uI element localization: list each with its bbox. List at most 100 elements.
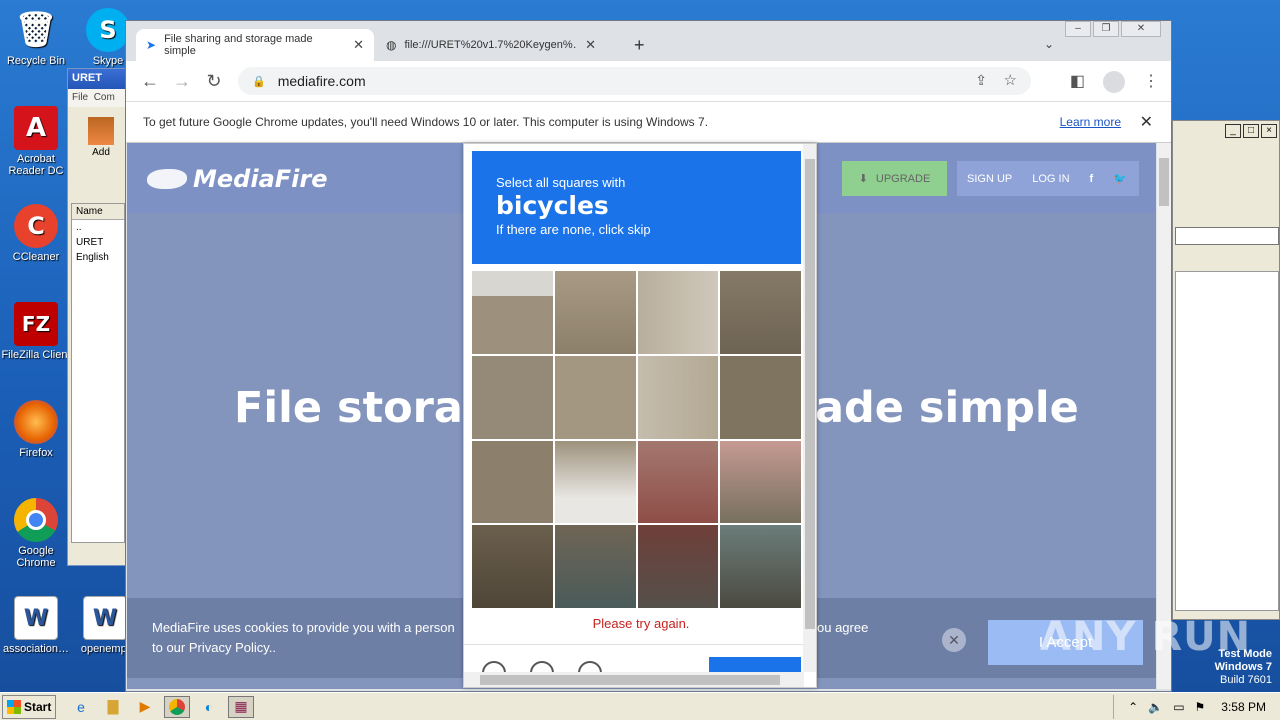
winrar-taskbar-icon[interactable]: ▦: [228, 695, 254, 718]
filezilla-icon: FZ: [14, 302, 58, 346]
cookie-text: ou agree: [817, 620, 869, 635]
acrobat-shortcut[interactable]: A Acrobat Reader DC: [0, 106, 72, 177]
tab-mediafire[interactable]: ➤ File sharing and storage made simple ✕: [136, 29, 374, 61]
captcha-scrollbar[interactable]: [803, 144, 816, 672]
captcha-tile[interactable]: [720, 355, 801, 439]
acrobat-label: Acrobat Reader DC: [8, 153, 64, 177]
winrar-titlebar[interactable]: URET: [68, 69, 126, 89]
captcha-tile[interactable]: [472, 525, 553, 608]
captcha-tile[interactable]: [554, 440, 636, 524]
captcha-challenge: Select all squares with bicycles If ther…: [463, 143, 817, 688]
captcha-tile[interactable]: [720, 525, 801, 608]
minimize-icon[interactable]: _: [1225, 124, 1241, 138]
recycle-bin-shortcut[interactable]: 🗑 Recycle Bin: [0, 8, 72, 67]
captcha-tile[interactable]: [637, 525, 719, 608]
twitter-icon[interactable]: 🐦: [1103, 172, 1137, 185]
browser-toolbar: ← → ↻ 🔒 mediafire.com ⇪ ☆ ◧ ⋮: [126, 61, 1171, 101]
start-button[interactable]: Start: [2, 694, 56, 719]
captcha-tile[interactable]: [554, 525, 636, 608]
back-icon[interactable]: ←: [134, 71, 166, 92]
window-pane: [1175, 271, 1279, 611]
url-text: mediafire.com: [277, 73, 366, 89]
tray-expand-icon[interactable]: ⌃: [1128, 700, 1138, 714]
list-item[interactable]: ..: [72, 220, 124, 235]
firefox-shortcut[interactable]: Firefox: [0, 400, 72, 459]
chrome-taskbar-icon[interactable]: [164, 695, 190, 718]
signup-link[interactable]: SIGN UP: [957, 173, 1022, 185]
edge-icon[interactable]: ◐: [196, 696, 222, 718]
winrar-window[interactable]: URET File Com Add Name .. URET English: [67, 68, 127, 566]
list-item[interactable]: URET: [72, 235, 124, 250]
skype-icon: S: [86, 8, 130, 52]
close-tab-icon[interactable]: ✕: [353, 37, 364, 53]
captcha-tile[interactable]: [472, 440, 553, 524]
background-window[interactable]: _ □ ×: [1172, 120, 1280, 620]
captcha-tile[interactable]: [637, 440, 719, 524]
mediafire-favicon-icon: ➤: [146, 38, 157, 52]
profile-icon[interactable]: [1103, 71, 1125, 93]
minimize-icon[interactable]: –: [1065, 21, 1091, 37]
menu-file[interactable]: File: [72, 92, 88, 103]
lock-icon: 🔒: [252, 75, 266, 88]
explorer-icon[interactable]: ▇: [100, 696, 126, 718]
share-icon[interactable]: ⇪: [975, 72, 987, 89]
volume-icon[interactable]: 🔈: [1148, 700, 1163, 714]
filezilla-shortcut[interactable]: FZ FileZilla Client: [0, 302, 72, 361]
close-icon[interactable]: ✕: [1140, 112, 1153, 132]
tab-search-icon[interactable]: ⌄: [1044, 37, 1054, 51]
captcha-tile[interactable]: [637, 355, 719, 439]
winrar-title: URET: [72, 72, 102, 84]
captcha-tile[interactable]: [637, 271, 719, 354]
close-icon[interactable]: ×: [1261, 124, 1277, 138]
learn-more-link[interactable]: Learn more: [1060, 115, 1121, 129]
facebook-icon[interactable]: f: [1080, 173, 1104, 185]
menu-commands[interactable]: Com: [94, 92, 115, 103]
login-link[interactable]: LOG IN: [1022, 173, 1079, 185]
captcha-tile[interactable]: [472, 271, 553, 354]
page-scrollbar[interactable]: [1157, 143, 1171, 689]
chrome-icon: [14, 498, 58, 542]
upgrade-button[interactable]: ⬇ UPGRADE: [842, 161, 947, 196]
column-name[interactable]: Name: [72, 204, 124, 220]
chrome-shortcut[interactable]: Google Chrome: [0, 498, 72, 569]
add-button[interactable]: Add: [88, 117, 114, 158]
menu-kebab-icon[interactable]: ⋮: [1143, 71, 1159, 93]
ccleaner-shortcut[interactable]: C CCleaner: [0, 204, 72, 263]
flag-icon[interactable]: ⚑: [1195, 700, 1206, 714]
address-bar[interactable]: 🔒 mediafire.com ⇪ ☆: [238, 67, 1031, 95]
close-icon[interactable]: ✕: [942, 628, 966, 652]
list-item[interactable]: English: [72, 250, 124, 265]
word-doc-shortcut[interactable]: W association…: [0, 596, 72, 655]
maximize-icon[interactable]: □: [1243, 124, 1259, 138]
reload-icon[interactable]: ↻: [198, 71, 230, 92]
test-mode-watermark: Test Mode Windows 7 Build 7601: [1215, 648, 1272, 687]
restore-icon[interactable]: ❐: [1093, 21, 1119, 37]
network-icon[interactable]: ▭: [1173, 700, 1184, 714]
ie-icon[interactable]: e: [68, 696, 94, 718]
new-tab-button[interactable]: +: [624, 29, 655, 61]
captcha-tile[interactable]: [720, 271, 801, 354]
bookmark-star-icon[interactable]: ☆: [1004, 71, 1017, 89]
openemp-shortcut[interactable]: W openempl: [80, 596, 130, 655]
forward-icon[interactable]: →: [166, 71, 198, 92]
tab-file[interactable]: ◍ file:///URET%20v1.7%20Keygen%… ✕: [376, 29, 606, 61]
scrollbar-thumb[interactable]: [805, 159, 815, 629]
combo-box[interactable]: [1175, 227, 1279, 245]
mediafire-logo[interactable]: MediaFire: [147, 165, 328, 193]
clock[interactable]: 3:58 PM: [1221, 700, 1266, 714]
captcha-tile[interactable]: [554, 355, 636, 439]
captcha-tile[interactable]: [472, 355, 553, 439]
file-list[interactable]: Name .. URET English: [71, 203, 125, 543]
captcha-hscrollbar[interactable]: [464, 672, 804, 687]
close-icon[interactable]: ✕: [1121, 21, 1161, 37]
scrollbar-thumb[interactable]: [480, 675, 780, 685]
watermark-line: Test Mode: [1218, 648, 1272, 660]
captcha-grid: [472, 271, 801, 608]
upgrade-icon: ⬇: [858, 173, 868, 185]
media-player-icon[interactable]: ▶: [132, 696, 158, 718]
captcha-tile[interactable]: [554, 271, 636, 354]
captcha-tile[interactable]: [720, 440, 801, 524]
side-panel-icon[interactable]: ◧: [1070, 71, 1085, 93]
scrollbar-thumb[interactable]: [1159, 158, 1169, 206]
close-tab-icon[interactable]: ✕: [585, 37, 596, 53]
